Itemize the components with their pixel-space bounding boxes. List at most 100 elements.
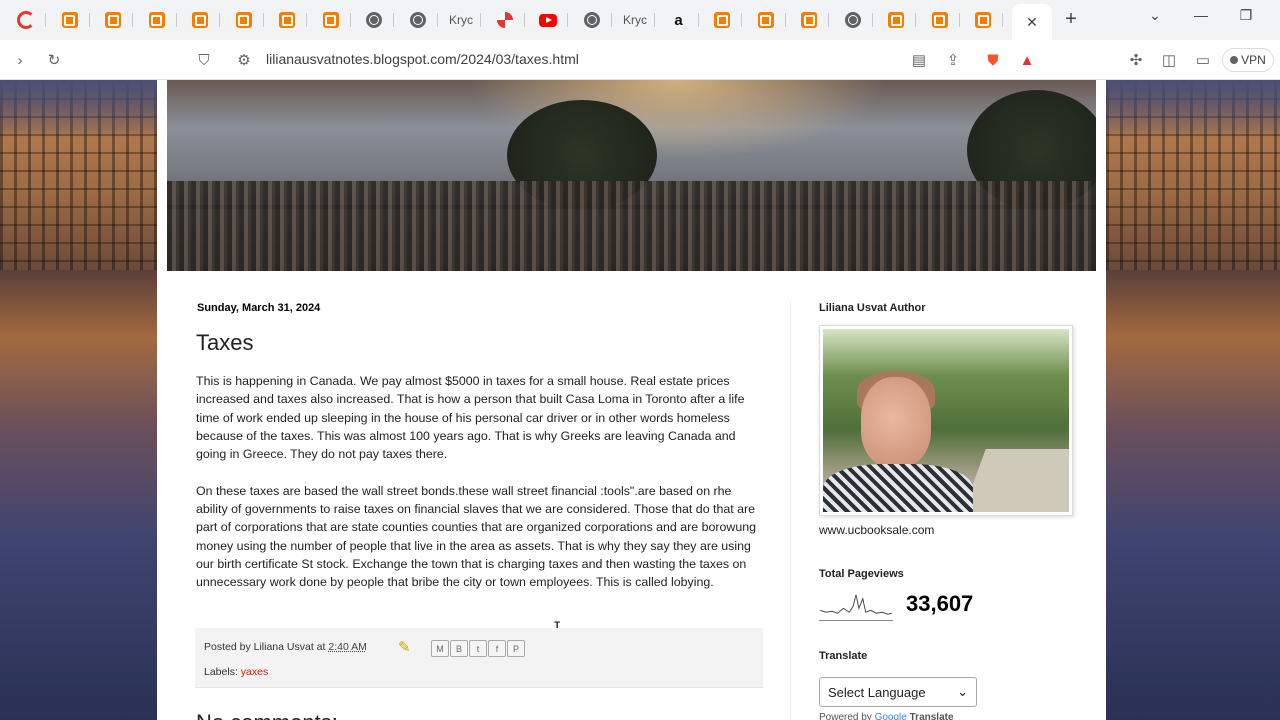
blog-header-image[interactable]: [167, 80, 1096, 271]
minimize-button[interactable]: —: [1189, 6, 1213, 24]
site-settings-icon[interactable]: ⚙: [234, 50, 254, 70]
facebook-share-button[interactable]: f: [488, 640, 506, 657]
forward-icon[interactable]: ›: [10, 50, 30, 70]
blogger-icon: [279, 12, 295, 28]
powered-by-google-translate: Powered by Google Translate: [819, 712, 954, 720]
globe-icon: [366, 12, 382, 28]
post-title[interactable]: Taxes: [196, 330, 253, 356]
browser-tab[interactable]: [702, 4, 742, 36]
close-tab-icon[interactable]: ✕: [1026, 14, 1038, 31]
browser-tab[interactable]: [354, 4, 394, 36]
globe-icon: [844, 12, 861, 28]
posted-by-label: Posted by: [204, 641, 251, 653]
browser-tab[interactable]: [137, 4, 177, 36]
label-link[interactable]: yaxes: [241, 666, 268, 678]
browser-tab[interactable]: [224, 4, 264, 36]
post-footer: Posted by Liliana Usvat at 2:40 AM ✎ M B…: [195, 628, 763, 688]
edit-post-icon[interactable]: ✎: [398, 638, 416, 656]
browser-tab[interactable]: [746, 4, 786, 36]
blogger-icon: [235, 12, 252, 28]
background-image-left: [0, 80, 157, 720]
share-icon[interactable]: ⇪: [943, 50, 963, 70]
at-label: at: [316, 641, 326, 653]
browser-tab[interactable]: [267, 4, 307, 36]
blogger-icon: [105, 12, 121, 28]
share-buttons: M B t f P: [431, 640, 525, 657]
browser-tab[interactable]: [398, 4, 438, 36]
tab-search-chevron-icon[interactable]: ⌄: [1143, 6, 1167, 24]
browser-tab[interactable]: [180, 4, 220, 36]
wallet-icon[interactable]: ▭: [1193, 50, 1213, 70]
author-site-link[interactable]: www.ucbooksale.com: [819, 523, 934, 537]
sidebar-icon[interactable]: ◫: [1159, 50, 1179, 70]
browser-tab[interactable]: [789, 4, 829, 36]
bookmark-icon[interactable]: ⛉: [194, 50, 214, 70]
google-logo-text[interactable]: Google: [875, 712, 907, 720]
restore-button[interactable]: ❐: [1234, 6, 1258, 24]
blogger-icon: [888, 12, 904, 28]
extensions-icon[interactable]: ✣: [1126, 50, 1146, 70]
new-tab-button[interactable]: +: [1060, 8, 1082, 30]
author-widget-title: Liliana Usvat Author: [819, 302, 926, 314]
browser-tab[interactable]: [93, 4, 133, 36]
post-time-link[interactable]: 2:40 AM: [328, 641, 367, 653]
browser-tab[interactable]: [833, 4, 873, 36]
globe-icon: [583, 12, 600, 28]
url-field[interactable]: lilianausvatnotes.blogspot.com/2024/03/t…: [266, 51, 579, 67]
credit-icon: [17, 11, 35, 29]
browser-tab[interactable]: [920, 4, 960, 36]
translate-link[interactable]: Translate: [910, 712, 954, 720]
twitter-share-button[interactable]: t: [469, 640, 487, 657]
browser-tab[interactable]: [50, 4, 90, 36]
pageviews-count: 33,607: [906, 591, 974, 616]
reload-icon[interactable]: ↻: [44, 50, 64, 70]
globe-icon: [409, 12, 426, 28]
blogger-icon: [148, 12, 165, 28]
brave-rewards-icon[interactable]: ▲: [1017, 50, 1037, 70]
browser-tab[interactable]: Kryc: [615, 4, 655, 36]
vpn-status-icon: [1230, 56, 1239, 64]
labels-prefix: Labels:: [204, 666, 238, 678]
post-labels: Labels: yaxes: [204, 666, 268, 678]
blogthis-share-button[interactable]: B: [450, 640, 468, 657]
browser-tab[interactable]: [963, 4, 1003, 36]
brave-shields-icon[interactable]: ⛊: [983, 50, 1003, 70]
post-byline: Posted by Liliana Usvat at 2:40 AM: [204, 641, 367, 653]
active-tab[interactable]: ✕: [1012, 4, 1052, 40]
blogger-icon: [322, 12, 339, 28]
address-toolbar: › ↻ ⛉ ⚙ lilianausvatnotes.blogspot.com/2…: [0, 40, 1280, 80]
browser-tab[interactable]: [572, 4, 612, 36]
post-author: Liliana Usvat: [253, 641, 314, 653]
post-paragraph: On these taxes are based the wall street…: [196, 483, 756, 590]
email-share-button[interactable]: M: [431, 640, 449, 657]
tab-title: Kryc: [449, 13, 473, 27]
blogger-icon: [714, 12, 730, 28]
tab-strip: ✕ + ⌄ — ❐ Kryc Kryc a: [0, 0, 1280, 40]
blog-container: Sunday, March 31, 2024 Taxes This is hap…: [157, 80, 1106, 720]
browser-tab[interactable]: [876, 4, 916, 36]
post-body: This is happening in Canada. We pay almo…: [196, 372, 764, 610]
blogger-icon: [931, 12, 948, 28]
blogger-icon: [801, 12, 817, 28]
column-divider: [790, 300, 791, 720]
browser-tab[interactable]: [528, 4, 568, 36]
language-select[interactable]: Select Language ⌄: [819, 677, 977, 707]
pinterest-share-button[interactable]: P: [507, 640, 525, 657]
pattern-icon: [496, 12, 513, 28]
youtube-icon: [539, 13, 557, 27]
browser-tab[interactable]: a: [659, 4, 699, 36]
vpn-button[interactable]: VPN: [1222, 48, 1274, 72]
reader-mode-icon[interactable]: ▤: [909, 50, 929, 70]
blogger-icon: [975, 12, 991, 28]
browser-tab[interactable]: [6, 4, 46, 36]
browser-tab[interactable]: [485, 4, 525, 36]
pageviews-sparkline: [819, 594, 893, 621]
blogger-icon: [757, 12, 774, 28]
browser-tab[interactable]: [311, 4, 351, 36]
background-image-right: [1106, 80, 1280, 720]
browser-tab[interactable]: Kryc: [441, 4, 481, 36]
author-photo[interactable]: [819, 325, 1073, 516]
comments-heading: No comments:: [196, 710, 338, 720]
language-select-value: Select Language: [828, 684, 926, 700]
post-paragraph: This is happening in Canada. We pay almo…: [196, 374, 745, 462]
